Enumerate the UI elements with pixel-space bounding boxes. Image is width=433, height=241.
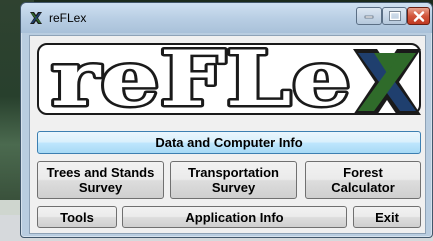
exit-button[interactable]: Exit [353,206,421,228]
client-area: reFLe Data and Computer Info Trees and S… [29,35,426,234]
tools-button[interactable]: Tools [37,206,117,228]
logo-text: reFLe [51,43,351,115]
app-window: reFLex reFLe Data and Computer Info Tree… [20,2,433,238]
reflex-logo: reFLe [37,43,421,115]
application-info-button[interactable]: Application Info [122,206,347,228]
window-title: reFLex [49,11,87,25]
maximize-icon [388,11,401,21]
maximize-button[interactable] [382,7,407,25]
close-icon [413,10,424,22]
data-computer-info-button[interactable]: Data and Computer Info [37,131,421,154]
close-button[interactable] [407,7,430,25]
transportation-survey-button[interactable]: Transportation Survey [170,161,297,199]
minimize-icon [364,15,374,19]
title-bar[interactable]: reFLex [21,3,432,33]
app-x-icon [30,12,42,24]
minimize-button[interactable] [356,7,382,25]
forest-calculator-button[interactable]: Forest Calculator [305,161,421,199]
trees-stands-survey-button[interactable]: Trees and Stands Survey [37,161,164,199]
